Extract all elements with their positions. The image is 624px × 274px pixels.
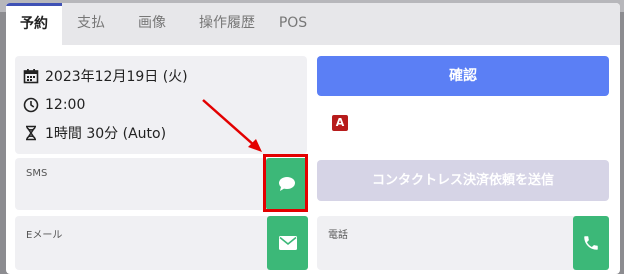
annotation-arrow xyxy=(202,99,262,152)
